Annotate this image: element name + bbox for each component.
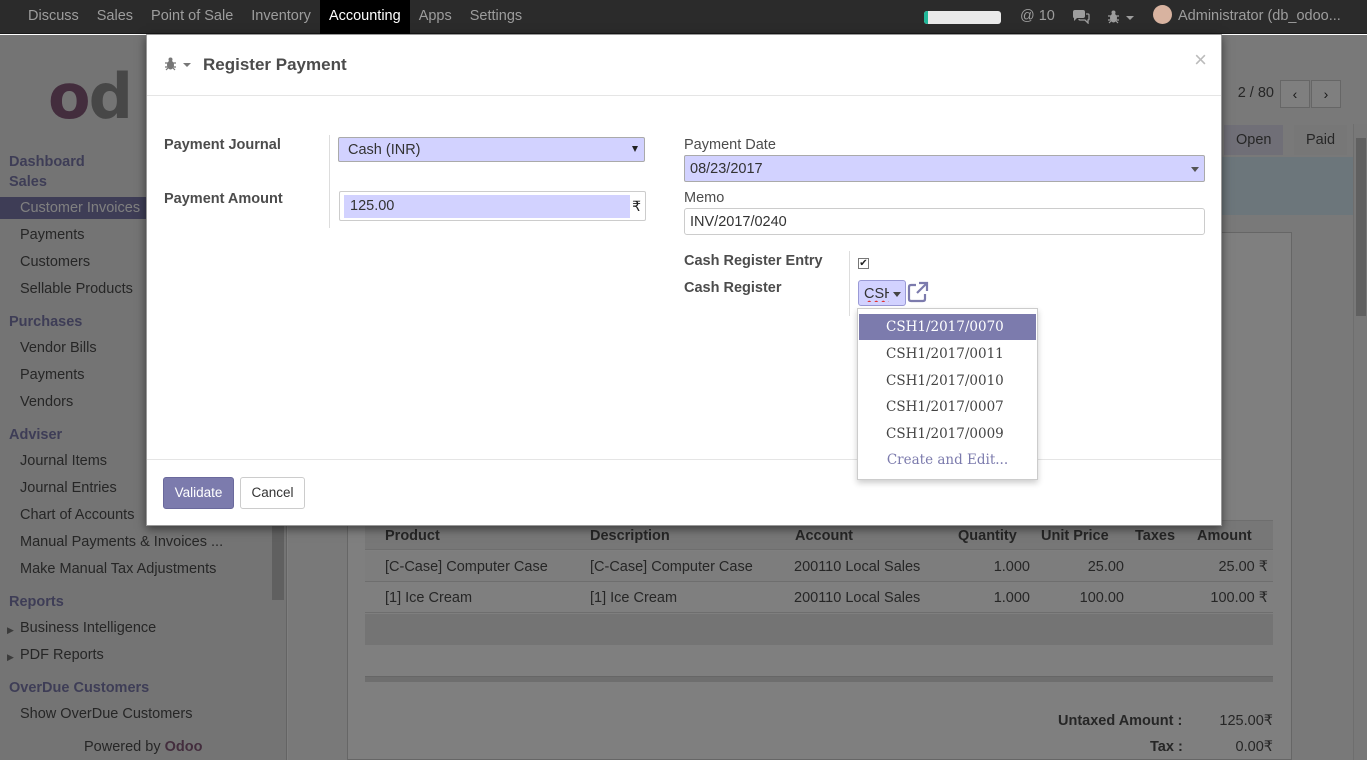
payment-date-input[interactable]: 08/23/2017 (684, 155, 1205, 182)
payment-date-label: Payment Date (684, 137, 776, 153)
create-and-edit-link[interactable]: Create and Edit... (859, 447, 1036, 473)
avatar (1153, 5, 1172, 25)
menu-sales[interactable]: Sales (88, 0, 142, 34)
payment-amount-label: Payment Amount (164, 191, 283, 207)
progress-fill (924, 11, 928, 24)
modal-header: Register Payment × (147, 35, 1221, 96)
dropdown-option[interactable]: CSH1/2017/0010 (859, 368, 1036, 394)
payment-date-value: 08/23/2017 (690, 161, 763, 177)
field-divider (329, 135, 330, 228)
menu-point-of-sale[interactable]: Point of Sale (142, 0, 242, 34)
payment-amount-field[interactable]: 125.00 ₹ (339, 191, 646, 221)
field-divider (849, 251, 850, 316)
menu-inventory[interactable]: Inventory (242, 0, 320, 34)
chevron-down-icon[interactable] (183, 63, 191, 67)
chat-icon[interactable] (1072, 0, 1090, 34)
cancel-button[interactable]: Cancel (240, 477, 305, 509)
memo-label: Memo (684, 190, 725, 206)
close-icon[interactable]: × (1194, 49, 1207, 71)
payment-journal-value: Cash (INR) (348, 142, 421, 158)
external-link-icon[interactable] (907, 281, 929, 303)
rupee-icon: ₹ (632, 198, 641, 214)
chevron-down-icon[interactable] (893, 292, 901, 297)
cash-register-dropdown: CSH1/2017/0070 CSH1/2017/0011 CSH1/2017/… (857, 308, 1038, 480)
validate-button[interactable]: Validate (163, 477, 234, 509)
top-navbar: Discuss Sales Point of Sale Inventory Ac… (0, 0, 1367, 34)
dropdown-option[interactable]: CSH1/2017/0011 (859, 341, 1036, 367)
dropdown-option[interactable]: CSH1/2017/0009 (859, 421, 1036, 447)
modal-footer-divider (147, 459, 1221, 460)
payment-journal-label: Payment Journal (164, 137, 281, 153)
select-arrow-icon (632, 146, 638, 152)
payment-amount-input[interactable]: 125.00 (344, 195, 630, 218)
dropdown-option[interactable]: CSH1/2017/0007 (859, 394, 1036, 420)
dropdown-option[interactable]: CSH1/2017/0070 (859, 314, 1036, 340)
messages-counter[interactable]: @ 10 (1020, 0, 1055, 34)
cash-register-entry-label: Cash Register Entry (684, 253, 823, 269)
menu-discuss[interactable]: Discuss (19, 0, 88, 34)
menu-accounting[interactable]: Accounting (319, 0, 410, 34)
cash-register-entry-checkbox[interactable]: ✔ (858, 258, 869, 269)
cash-register-label: Cash Register (684, 280, 782, 296)
app-menu: Discuss Sales Point of Sale Inventory Ac… (19, 0, 531, 34)
memo-input[interactable]: INV/2017/0240 (684, 208, 1205, 235)
user-name: Administrator (db_odoo... (1178, 8, 1341, 24)
modal-title: Register Payment (203, 55, 347, 74)
cash-register-input[interactable]: CSH (864, 286, 889, 302)
debug-bug-icon[interactable] (1107, 0, 1135, 34)
payment-journal-select[interactable]: Cash (INR) (338, 137, 645, 162)
debug-bug-icon[interactable] (164, 57, 177, 71)
chevron-down-icon[interactable] (1191, 167, 1199, 172)
onboarding-progress[interactable] (924, 11, 1001, 24)
cash-register-select[interactable]: CSH (858, 280, 906, 306)
menu-settings[interactable]: Settings (461, 0, 531, 34)
register-payment-dialog: Register Payment × Payment Journal Payme… (146, 34, 1222, 526)
menu-apps[interactable]: Apps (410, 0, 461, 34)
user-menu[interactable]: Administrator (db_odoo... (1153, 0, 1341, 34)
